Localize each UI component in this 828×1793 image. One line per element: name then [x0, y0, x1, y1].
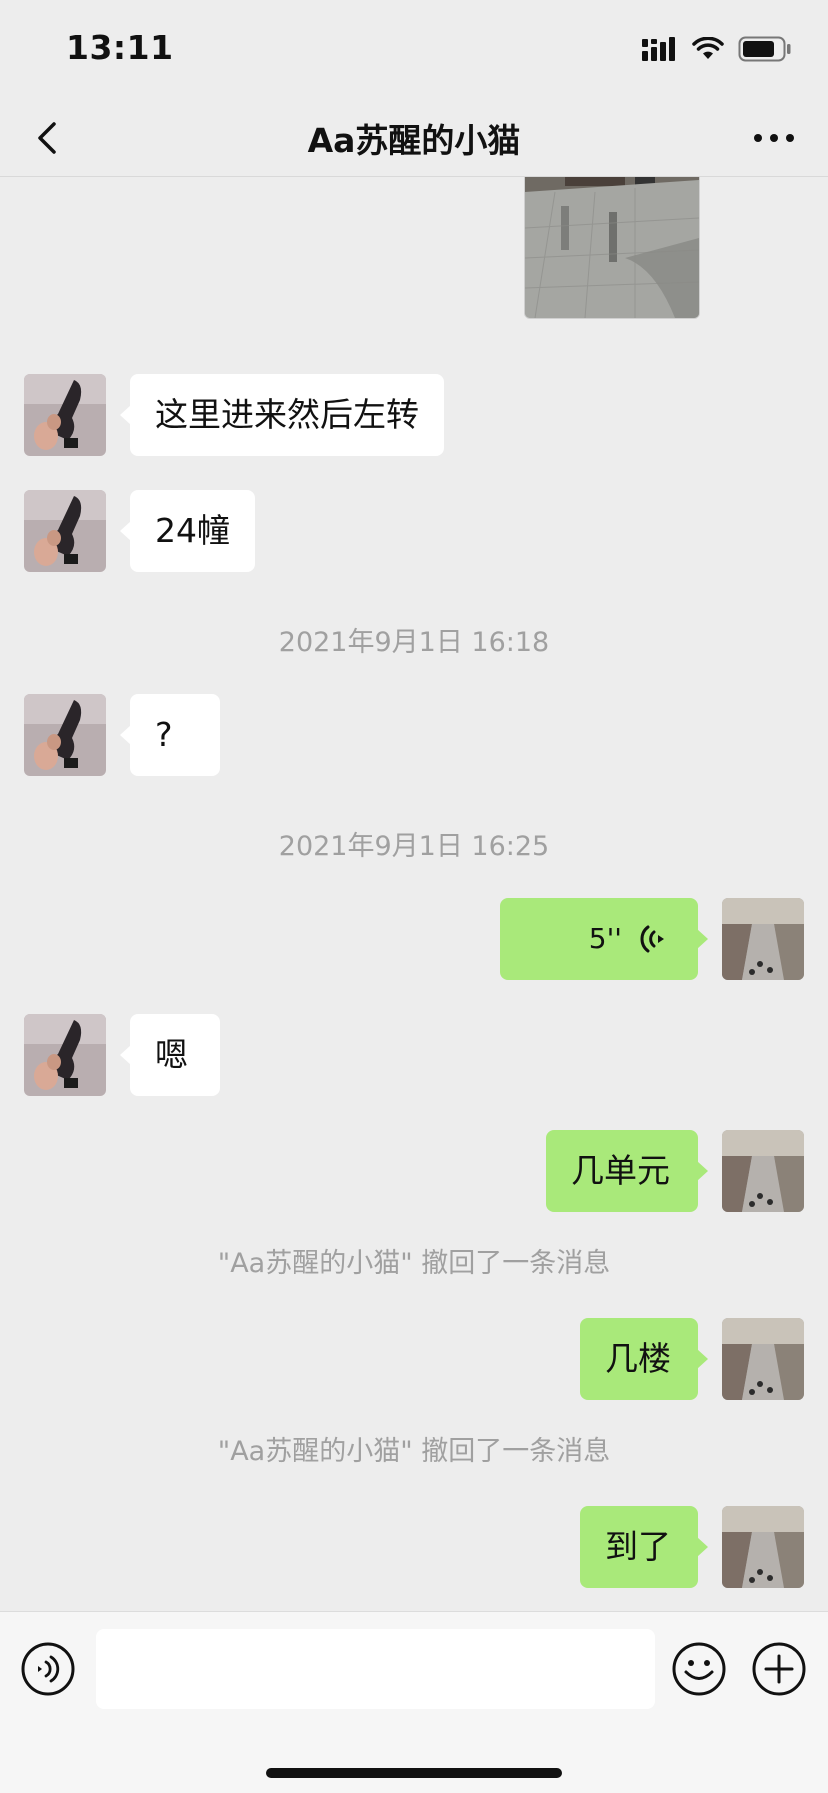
message-text: ?: [155, 715, 173, 754]
message-bubble[interactable]: 几楼: [580, 1318, 708, 1400]
message-text: 到了: [605, 1527, 671, 1566]
contact-avatar[interactable]: [24, 694, 106, 776]
message-bubble[interactable]: 几单元: [546, 1130, 708, 1212]
emoji-icon: [672, 1642, 726, 1696]
contact-avatar[interactable]: [24, 490, 106, 572]
recall-notice: "Aa苏醒的小猫" 撤回了一条消息: [217, 1248, 611, 1279]
voice-message-bubble[interactable]: 5'': [500, 898, 708, 980]
status-bar: 13:11: [0, 0, 828, 100]
avatar-image: [722, 1130, 804, 1212]
my-avatar[interactable]: [722, 1318, 804, 1400]
plus-icon: [752, 1642, 806, 1696]
voice-input-button[interactable]: [20, 1641, 76, 1697]
message-text: 24幢: [155, 511, 230, 550]
voice-input-icon: [21, 1642, 75, 1696]
chat-header: Aa苏醒的小猫: [0, 100, 828, 177]
voice-playback-icon: [640, 925, 664, 953]
message-list[interactable]: 这里进来然后左转 24幢 2021年9月1日 16:18 ? 2021年9月1日…: [0, 177, 828, 1611]
avatar-image: [24, 374, 106, 456]
message-bubble[interactable]: 24幢: [120, 490, 255, 572]
more-button[interactable]: [750, 118, 798, 158]
avatar-image: [722, 1318, 804, 1400]
cellular-signal-icon: [642, 37, 675, 61]
photo-message[interactable]: [524, 177, 700, 319]
contact-avatar[interactable]: [24, 1014, 106, 1096]
more-functions-button[interactable]: [751, 1641, 807, 1697]
status-icons: [642, 34, 792, 64]
recall-notice: "Aa苏醒的小猫" 撤回了一条消息: [217, 1436, 611, 1467]
message-text: 嗯: [155, 1035, 188, 1074]
status-time: 13:11: [66, 28, 174, 67]
avatar-image: [24, 1014, 106, 1096]
battery-icon: [738, 36, 791, 62]
message-bubble[interactable]: 到了: [580, 1506, 708, 1588]
my-avatar[interactable]: [722, 1506, 804, 1588]
message-bubble[interactable]: ?: [120, 694, 220, 776]
wifi-icon: [692, 37, 724, 59]
message-text: 这里进来然后左转: [155, 395, 419, 434]
avatar-image: [722, 898, 804, 980]
home-indicator[interactable]: [266, 1768, 562, 1778]
message-timestamp: 2021年9月1日 16:25: [278, 831, 550, 862]
my-avatar[interactable]: [722, 1130, 804, 1212]
message-text: 几单元: [571, 1151, 670, 1190]
message-text: 几楼: [605, 1339, 671, 1378]
message-input[interactable]: [96, 1629, 655, 1709]
emoji-button[interactable]: [671, 1641, 727, 1697]
more-dots-icon: [754, 134, 794, 142]
my-avatar[interactable]: [722, 898, 804, 980]
street-photo: [525, 177, 699, 318]
chat-title: Aa苏醒的小猫: [307, 121, 521, 160]
message-timestamp: 2021年9月1日 16:18: [278, 627, 550, 658]
avatar-image: [24, 490, 106, 572]
avatar-image: [722, 1506, 804, 1588]
voice-duration: 5'': [588, 922, 622, 955]
message-bubble[interactable]: 这里进来然后左转: [120, 374, 444, 456]
contact-avatar[interactable]: [24, 374, 106, 456]
avatar-image: [24, 694, 106, 776]
input-bar: [0, 1611, 828, 1793]
message-bubble[interactable]: 嗯: [120, 1014, 220, 1096]
